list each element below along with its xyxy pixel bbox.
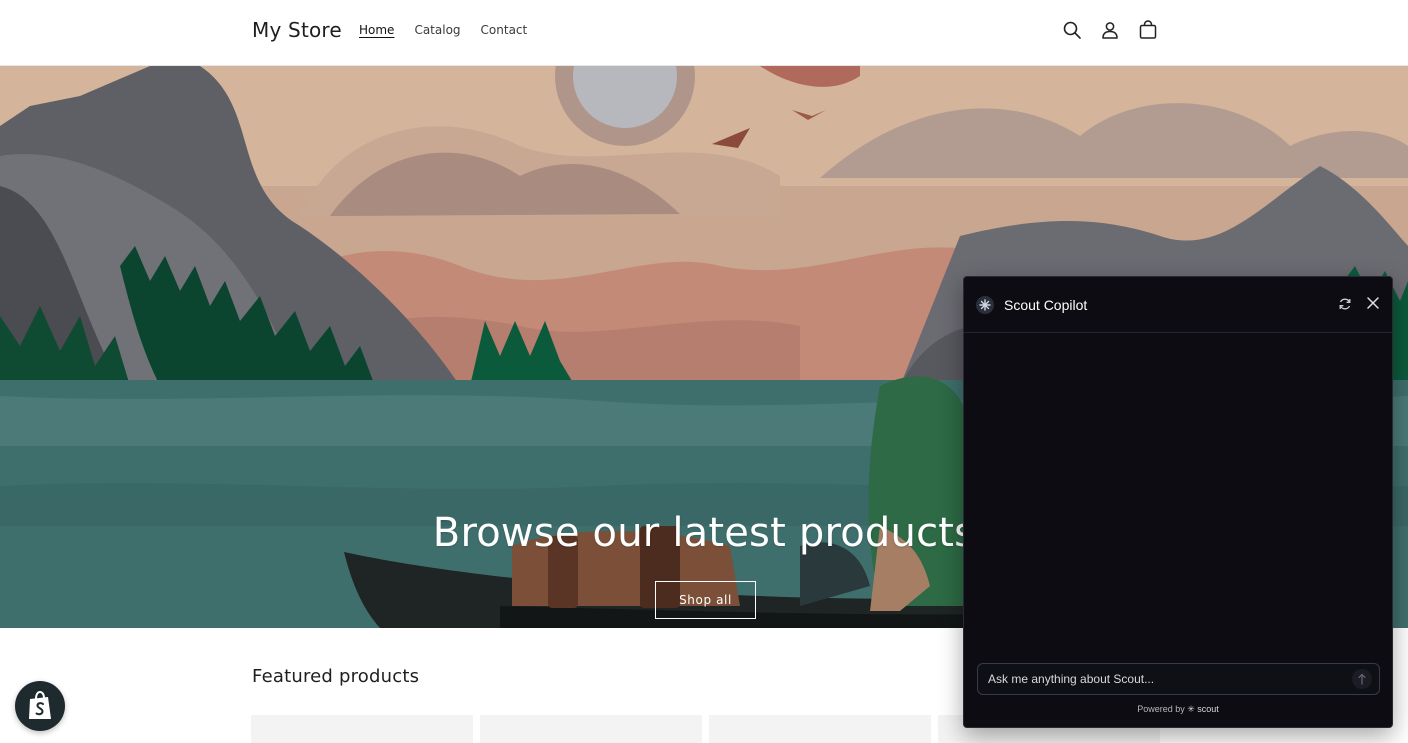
copilot-message-input[interactable] xyxy=(988,664,1343,694)
site-header: My Store Home Catalog Contact xyxy=(0,0,1408,66)
shop-all-button[interactable]: Shop all xyxy=(655,581,756,619)
copilot-panel: Scout Copilot Powered by ✳ scout xyxy=(963,276,1393,728)
shopify-badge[interactable] xyxy=(15,681,65,731)
copilot-header: Scout Copilot xyxy=(964,277,1392,333)
header-icons xyxy=(1061,19,1159,41)
refresh-icon[interactable] xyxy=(1336,295,1354,313)
shopify-bag-icon xyxy=(29,691,51,719)
send-button[interactable] xyxy=(1352,669,1372,689)
powered-by-brand-name: scout xyxy=(1197,704,1219,714)
nav-catalog-link[interactable]: Catalog xyxy=(414,23,460,37)
copilot-title: Scout Copilot xyxy=(1004,297,1088,313)
powered-by-label: Powered by xyxy=(1137,704,1185,714)
arrow-up-icon xyxy=(1358,673,1366,685)
copilot-input-wrapper xyxy=(977,663,1380,695)
cart-icon[interactable] xyxy=(1137,19,1159,41)
product-card[interactable] xyxy=(480,715,702,743)
account-icon[interactable] xyxy=(1099,19,1121,41)
store-logo[interactable]: My Store xyxy=(252,18,342,42)
close-icon[interactable] xyxy=(1364,294,1382,312)
scout-logo-icon xyxy=(976,296,994,314)
product-card[interactable] xyxy=(251,715,473,743)
powered-by: Powered by ✳ scout xyxy=(964,704,1392,715)
main-nav: Home Catalog Contact xyxy=(359,23,527,37)
featured-products-heading: Featured products xyxy=(252,666,420,687)
powered-by-brand[interactable]: ✳ scout xyxy=(1187,704,1219,714)
nav-home-link[interactable]: Home xyxy=(359,23,394,37)
nav-contact-link[interactable]: Contact xyxy=(481,23,528,37)
search-icon[interactable] xyxy=(1061,19,1083,41)
product-card[interactable] xyxy=(709,715,931,743)
